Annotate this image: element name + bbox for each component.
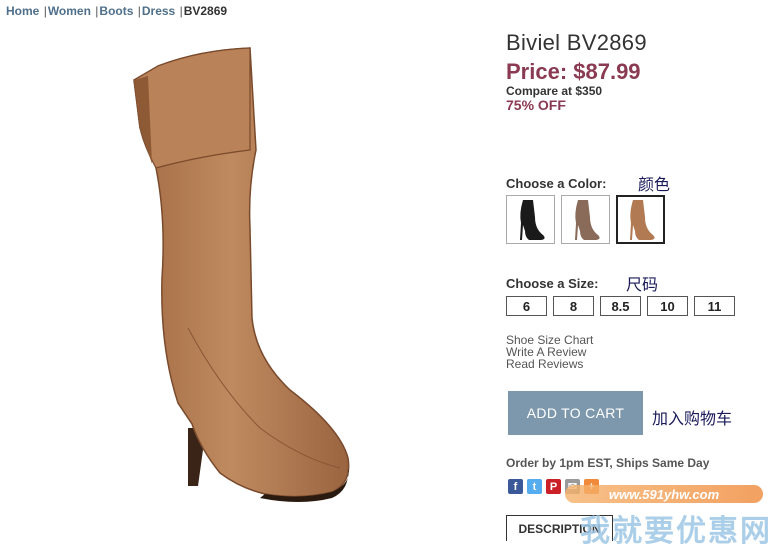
add-to-cart-button[interactable]: ADD TO CART <box>508 391 643 435</box>
size-option-11[interactable]: 11 <box>694 296 735 316</box>
watermark-url: www.591yhw.com <box>565 485 763 503</box>
color-annotation: 颜色 <box>638 177 671 194</box>
twitter-icon[interactable]: t <box>527 479 542 494</box>
size-option-8-5[interactable]: 8.5 <box>600 296 641 316</box>
breadcrumb-separator: | <box>137 4 141 18</box>
size-option-10[interactable]: 10 <box>647 296 688 316</box>
breadcrumb-separator: | <box>179 4 183 18</box>
read-reviews-link[interactable]: Read Reviews <box>506 358 593 370</box>
size-option-8[interactable]: 8 <box>553 296 594 316</box>
color-swatch-taupe[interactable] <box>561 195 610 244</box>
facebook-icon[interactable]: f <box>508 479 523 494</box>
size-option-6[interactable]: 6 <box>506 296 547 316</box>
compare-price: Compare at $350 <box>506 84 603 98</box>
product-image[interactable] <box>100 28 400 518</box>
color-swatch-black[interactable] <box>506 195 555 244</box>
color-swatches <box>506 195 665 244</box>
breadcrumb: Home |Women |Boots |Dress |BV2869 <box>6 4 227 18</box>
watermark-text: 我就要优惠网 <box>580 515 772 548</box>
boot-thumbnail-icon <box>629 199 655 240</box>
breadcrumb-home[interactable]: Home <box>6 4 39 18</box>
shipping-notice: Order by 1pm EST, Ships Same Day <box>506 456 710 470</box>
product-links: Shoe Size Chart Write A Review Read Revi… <box>506 334 593 370</box>
breadcrumb-dress[interactable]: Dress <box>142 4 175 18</box>
size-annotation: 尺码 <box>626 277 659 294</box>
boot-illustration <box>133 47 350 502</box>
product-title: Biviel BV2869 <box>506 30 647 55</box>
breadcrumb-women[interactable]: Women <box>48 4 91 18</box>
color-label: Choose a Color: <box>506 176 607 191</box>
boot-thumbnail-icon <box>519 199 545 240</box>
breadcrumb-separator: | <box>95 4 99 18</box>
size-label: Choose a Size: <box>506 276 599 291</box>
discount-badge: 75% OFF <box>506 97 566 113</box>
pinterest-icon[interactable]: P <box>546 479 561 494</box>
breadcrumb-current: BV2869 <box>183 4 228 18</box>
breadcrumb-boots[interactable]: Boots <box>99 4 133 18</box>
cart-annotation: 加入购物车 <box>652 411 733 428</box>
product-price: Price: $87.99 <box>506 59 641 84</box>
breadcrumb-separator: | <box>43 4 47 18</box>
color-swatch-tan[interactable] <box>616 195 665 244</box>
size-options: 6 8 8.5 10 11 <box>506 296 735 316</box>
boot-thumbnail-icon <box>574 199 600 240</box>
